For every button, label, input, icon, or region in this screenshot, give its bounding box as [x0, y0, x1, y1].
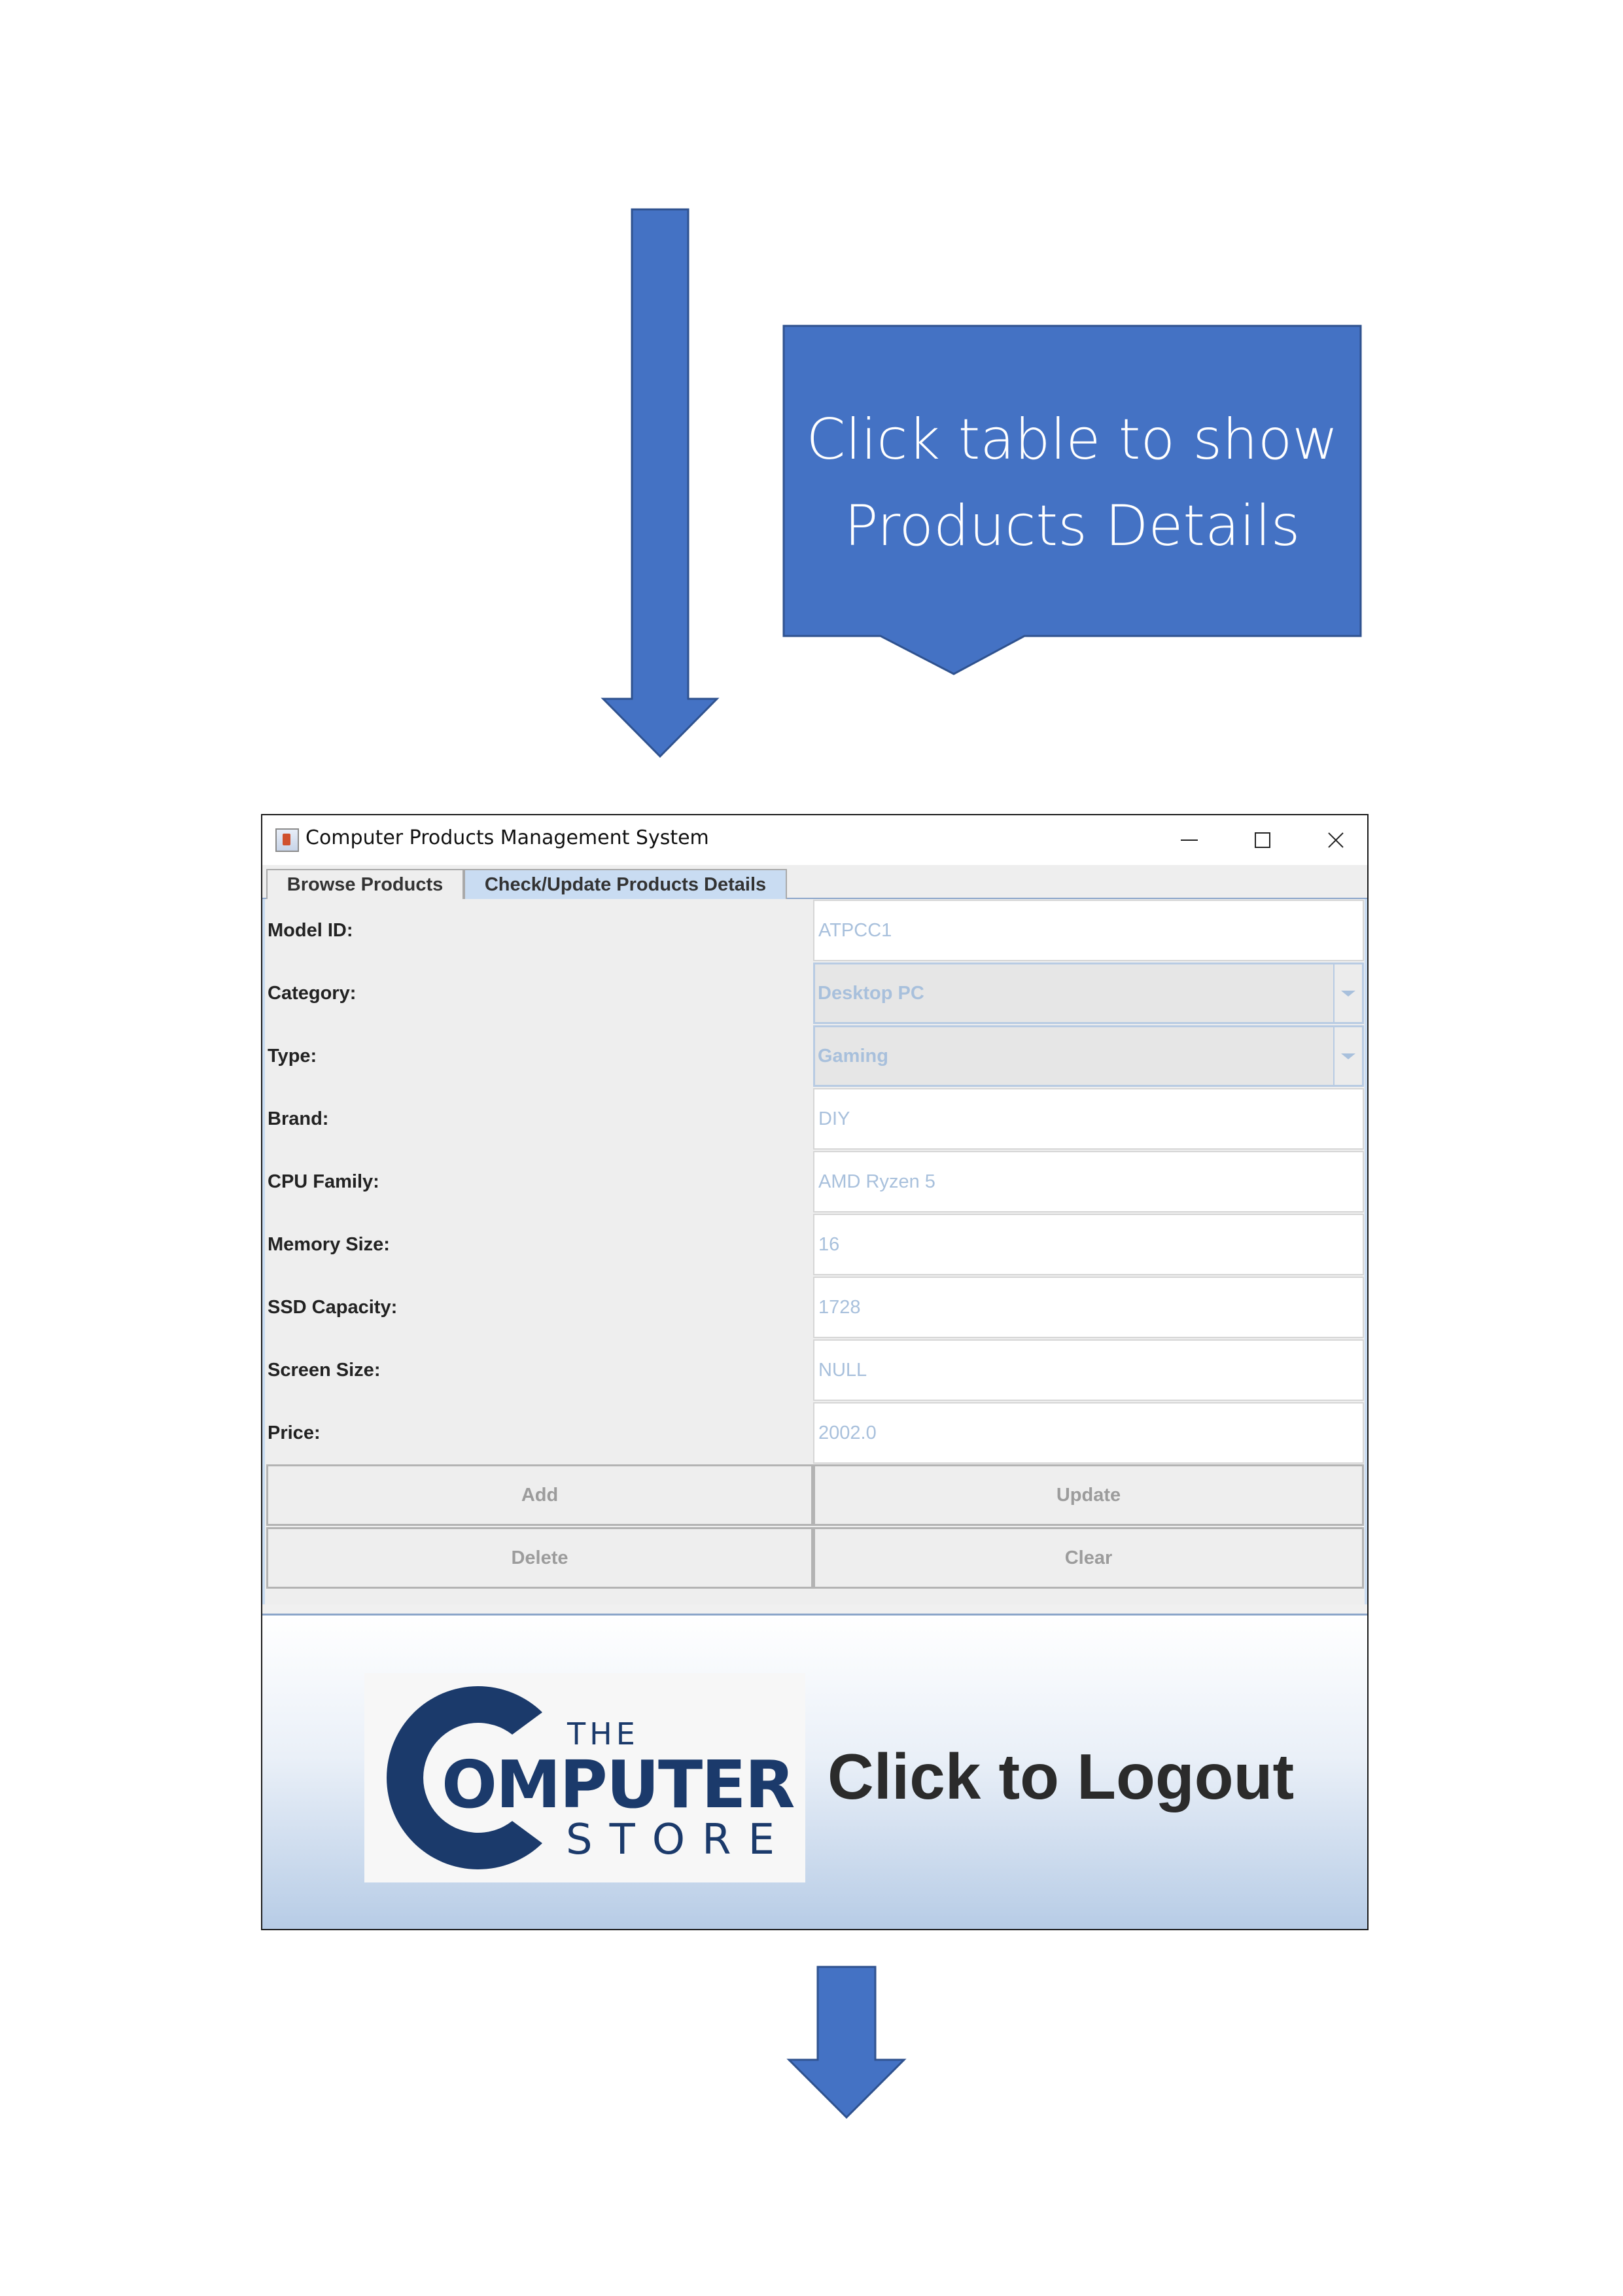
row-brand: Brand: DIY: [265, 1087, 1365, 1150]
ssd-capacity-field[interactable]: 1728: [813, 1277, 1364, 1338]
minimize-icon: [1181, 839, 1198, 841]
close-icon: [1328, 832, 1344, 848]
callout-text: Click table to show Products Details: [782, 397, 1362, 569]
tab-bar: Browse Products Check/Update Products De…: [262, 865, 1367, 899]
row-price: Price: 2002.0: [265, 1402, 1365, 1464]
computer-store-logo: THE OMPUTER STORE: [364, 1673, 805, 1882]
java-cup-icon: [275, 828, 299, 852]
ssd-capacity-label: SSD Capacity:: [268, 1297, 398, 1318]
brand-field[interactable]: DIY: [813, 1088, 1364, 1150]
row-type: Type: Gaming: [265, 1025, 1365, 1087]
minimize-button[interactable]: [1153, 821, 1225, 860]
cpu-family-field[interactable]: AMD Ryzen 5: [813, 1151, 1364, 1212]
row-ssd-capacity: SSD Capacity: 1728: [265, 1276, 1365, 1339]
model-id-label: Model ID:: [268, 920, 353, 941]
close-button[interactable]: [1300, 821, 1372, 860]
type-value: Gaming: [818, 1046, 888, 1067]
row-memory-size: Memory Size: 16: [265, 1213, 1365, 1276]
maximize-icon: [1255, 832, 1270, 848]
row-category: Category: Desktop PC: [265, 962, 1365, 1025]
logout-button[interactable]: THE OMPUTER STORE Click to Logout: [262, 1614, 1367, 1929]
add-button[interactable]: Add: [266, 1464, 813, 1526]
row-model-id: Model ID: ATPCC1: [265, 899, 1365, 962]
category-value: Desktop PC: [818, 983, 924, 1004]
memory-size-field[interactable]: 16: [813, 1214, 1364, 1275]
chevron-down-icon[interactable]: [1333, 964, 1362, 1022]
price-field[interactable]: 2002.0: [813, 1402, 1364, 1464]
down-arrow-top: [601, 208, 720, 758]
brand-label: Brand:: [268, 1108, 329, 1129]
row-cpu-family: CPU Family: AMD Ryzen 5: [265, 1150, 1365, 1213]
tab-check-update-products-details[interactable]: Check/Update Products Details: [464, 869, 787, 899]
clear-button[interactable]: Clear: [813, 1527, 1364, 1589]
logout-label: Click to Logout: [828, 1740, 1295, 1812]
down-arrow-bottom: [786, 1966, 907, 2119]
callout-line-2: Products Details: [844, 493, 1300, 559]
category-label: Category:: [268, 983, 357, 1004]
cpu-family-label: CPU Family:: [268, 1171, 379, 1192]
logo-store-text: STORE: [566, 1816, 792, 1864]
row-screen-size: Screen Size: NULL: [265, 1339, 1365, 1402]
type-label: Type:: [268, 1046, 317, 1067]
category-select[interactable]: Desktop PC: [813, 963, 1364, 1024]
model-id-field[interactable]: ATPCC1: [813, 900, 1364, 961]
screen-size-label: Screen Size:: [268, 1360, 381, 1381]
tab-browse-products[interactable]: Browse Products: [266, 869, 464, 899]
maximize-button[interactable]: [1227, 821, 1299, 860]
product-details-form: Model ID: ATPCC1 Category: Desktop PC Ty…: [262, 899, 1367, 1604]
logo-omputer-text: OMPUTER: [442, 1746, 795, 1823]
screen-size-field[interactable]: NULL: [813, 1339, 1364, 1401]
title-bar: Computer Products Management System: [262, 815, 1367, 865]
memory-size-label: Memory Size:: [268, 1234, 390, 1255]
type-select[interactable]: Gaming: [813, 1025, 1364, 1087]
callout-line-1: Click table to show: [806, 407, 1338, 472]
update-button[interactable]: Update: [813, 1464, 1364, 1526]
chevron-down-icon[interactable]: [1333, 1027, 1362, 1085]
window-title: Computer Products Management System: [305, 826, 709, 849]
price-label: Price:: [268, 1422, 321, 1443]
delete-button[interactable]: Delete: [266, 1527, 813, 1589]
app-window: Computer Products Management System Brow…: [261, 814, 1369, 1930]
